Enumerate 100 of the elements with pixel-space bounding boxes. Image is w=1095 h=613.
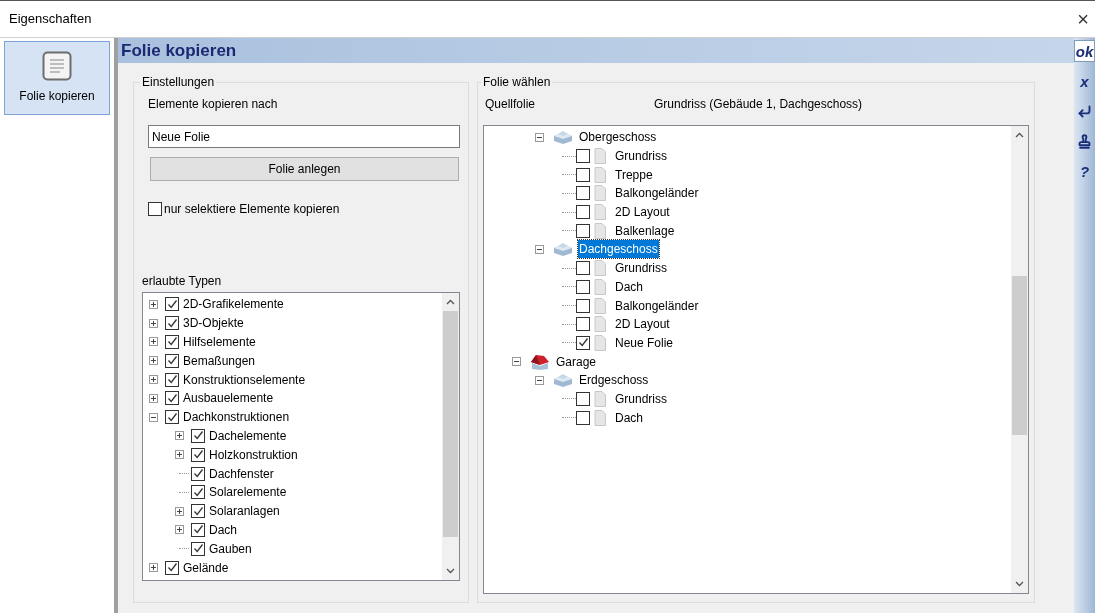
checkbox[interactable] (576, 186, 590, 201)
tree-item-label[interactable]: Balkongeländer (615, 184, 699, 203)
scrollbar-thumb[interactable] (443, 311, 458, 537)
page-icon (594, 204, 606, 221)
house-icon (530, 353, 550, 370)
tree-item-label[interactable]: Erdgeschoss (578, 371, 650, 390)
checkbox[interactable] (576, 391, 590, 406)
tree-item-label[interactable]: Gauben (209, 539, 252, 558)
expand-icon[interactable] (149, 375, 158, 385)
enter-icon (1077, 103, 1092, 119)
checkbox[interactable] (576, 410, 590, 425)
tree-item-label[interactable]: Balkenlage (615, 221, 675, 240)
collapse-icon[interactable] (535, 244, 544, 254)
create-folie-button[interactable]: Folie anlegen (150, 157, 459, 181)
scrollbar[interactable] (442, 293, 459, 580)
checkbox[interactable] (191, 504, 205, 519)
toolbar-button[interactable]: x (1074, 70, 1095, 92)
checkbox[interactable] (165, 297, 179, 312)
tree-item-label[interactable]: Treppe (615, 165, 653, 184)
page-icon (594, 297, 606, 314)
tree-item-label[interactable]: Dach (615, 408, 643, 427)
checkbox[interactable] (576, 261, 590, 276)
checkbox[interactable] (165, 410, 179, 425)
tree-item-label[interactable]: Dach (209, 520, 237, 539)
tree-item-label[interactable]: Dachfenster (209, 464, 274, 483)
tree-item-label[interactable]: Dach (615, 277, 643, 296)
checkbox-label[interactable]: nur selektiere Elemente kopieren (164, 200, 340, 218)
checkbox[interactable] (165, 335, 179, 349)
checkbox[interactable] (576, 223, 590, 238)
checkbox[interactable] (191, 447, 205, 462)
toolbar-button[interactable]: ok (1074, 40, 1095, 62)
expand-icon[interactable] (149, 318, 158, 328)
tree-item-label[interactable]: 3D-Objekte (183, 314, 244, 333)
collapse-icon[interactable] (512, 357, 521, 367)
scrollbar[interactable] (1011, 126, 1028, 593)
checkbox[interactable] (165, 560, 179, 575)
tree-item-label[interactable]: Hilfselemente (183, 333, 256, 351)
checkbox[interactable] (576, 167, 590, 182)
tree-item-label[interactable]: 2D Layout (615, 315, 670, 334)
tree-item-label[interactable]: Ausbauelemente (183, 389, 274, 408)
expand-icon[interactable] (149, 393, 158, 403)
tree-item-label[interactable]: Dachkonstruktionen (183, 408, 290, 427)
checkbox[interactable] (191, 466, 205, 481)
scroll-down-icon[interactable] (1015, 581, 1024, 587)
scroll-up-icon[interactable] (446, 299, 455, 305)
checkbox[interactable] (191, 522, 205, 537)
collapse-icon[interactable] (535, 132, 544, 142)
tree-item-label[interactable]: Grundriss (615, 259, 667, 278)
tree-item-label[interactable]: Bemaßungen (183, 351, 256, 370)
tree-item-label[interactable]: Konstruktionselemente (183, 370, 306, 389)
folie-name-field[interactable]: Neue Folie (148, 125, 460, 148)
collapse-icon[interactable] (535, 375, 544, 385)
expand-icon[interactable] (149, 337, 158, 347)
tree-item-label[interactable]: Solaranlagen (209, 502, 280, 521)
sidebar-item[interactable]: Folie kopieren (4, 41, 110, 115)
tree-item-label[interactable]: Gelände (183, 558, 229, 577)
expand-icon[interactable] (175, 525, 184, 535)
page-icon (594, 222, 606, 239)
collapse-icon[interactable] (149, 412, 158, 422)
tree-item-label[interactable]: Grundriss (615, 147, 667, 166)
close-button[interactable]: × (1075, 9, 1091, 29)
checkbox[interactable] (191, 428, 205, 443)
tree-item-label[interactable]: Obergeschoss (578, 128, 658, 147)
expand-icon[interactable] (149, 356, 158, 366)
tree-item-label[interactable]: 2D-Grafikelemente (183, 295, 284, 314)
tree-item-label[interactable]: Solarelemente (209, 483, 287, 502)
tree-item-label[interactable]: 2D Layout (615, 203, 670, 222)
checkbox[interactable] (165, 316, 179, 331)
checkbox[interactable] (191, 485, 205, 500)
checkbox[interactable] (148, 202, 162, 216)
checkbox[interactable] (576, 279, 590, 294)
tree-item-label[interactable]: Garage (555, 352, 598, 371)
expand-icon[interactable] (175, 506, 184, 516)
tree-item-label[interactable]: Dachelemente (209, 426, 287, 445)
tree-item-label[interactable]: Grundriss (615, 389, 667, 408)
checkbox[interactable] (165, 372, 179, 387)
toolbar-button[interactable]: ? (1074, 160, 1095, 182)
window-title: Eigenschaften (9, 10, 92, 29)
expand-icon[interactable] (175, 431, 184, 441)
checkbox[interactable] (165, 353, 179, 368)
scroll-down-icon[interactable] (446, 568, 455, 574)
checkbox[interactable] (576, 205, 590, 220)
tree-item-label[interactable]: Dachgeschoss (578, 240, 659, 259)
page-icon (594, 166, 606, 183)
tree-item-label[interactable]: Balkongeländer (615, 296, 699, 315)
checkbox[interactable] (576, 317, 590, 332)
checkbox[interactable] (576, 149, 590, 164)
expand-icon[interactable] (175, 450, 184, 460)
expand-icon[interactable] (149, 563, 158, 573)
tree-item-label[interactable]: Holzkonstruktion (209, 445, 298, 464)
checkbox[interactable] (576, 298, 590, 313)
field-label: erlaubte Typen (142, 273, 223, 290)
checkbox[interactable] (576, 335, 590, 350)
scrollbar-thumb[interactable] (1012, 276, 1027, 435)
field-label: Quellfolie (485, 96, 537, 113)
scroll-up-icon[interactable] (1015, 132, 1024, 138)
tree-item-label[interactable]: Neue Folie (615, 333, 674, 352)
checkbox[interactable] (191, 541, 205, 556)
checkbox[interactable] (165, 391, 179, 406)
expand-icon[interactable] (149, 299, 158, 309)
